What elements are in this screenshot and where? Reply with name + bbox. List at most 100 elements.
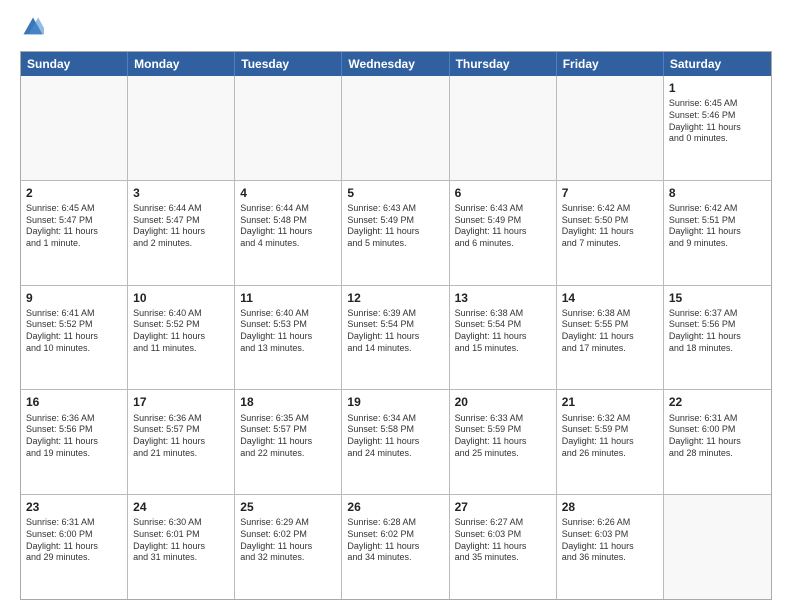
day-cell-15: 15 Sunrise: 6:37 AM Sunset: 5:56 PM Dayli… bbox=[664, 286, 771, 390]
day-cell-26: 26Sunrise: 6:28 AM Sunset: 6:02 PM Dayli… bbox=[342, 495, 449, 599]
day-cell-21: 21 Sunrise: 6:32 AM Sunset: 5:59 PM Dayli… bbox=[557, 390, 664, 494]
week-row-1: 2 Sunrise: 6:45 AM Sunset: 5:47 PM Daylig… bbox=[21, 180, 771, 285]
day-number: 11 bbox=[240, 290, 336, 306]
day-number: 4 bbox=[240, 185, 336, 201]
header-cell-thursday: Thursday bbox=[450, 52, 557, 76]
day-info: Sunrise: 6:34 AM Sunset: 5:58 PM Dayligh… bbox=[347, 413, 443, 460]
day-number: 28 bbox=[562, 499, 658, 515]
day-cell-16: 16Sunrise: 6:36 AM Sunset: 5:56 PM Dayli… bbox=[21, 390, 128, 494]
day-number: 21 bbox=[562, 394, 658, 410]
day-info: Sunrise: 6:41 AM Sunset: 5:52 PM Dayligh… bbox=[26, 308, 122, 355]
day-info: Sunrise: 6:39 AM Sunset: 5:54 PM Dayligh… bbox=[347, 308, 443, 355]
day-number: 24 bbox=[133, 499, 229, 515]
day-cell-10: 10 Sunrise: 6:40 AM Sunset: 5:52 PM Dayli… bbox=[128, 286, 235, 390]
header bbox=[20, 16, 772, 43]
day-cell-25: 25 Sunrise: 6:29 AM Sunset: 6:02 PM Dayli… bbox=[235, 495, 342, 599]
empty-cell bbox=[664, 495, 771, 599]
day-info: Sunrise: 6:38 AM Sunset: 5:54 PM Dayligh… bbox=[455, 308, 551, 355]
day-number: 9 bbox=[26, 290, 122, 306]
logo-icon bbox=[22, 16, 44, 38]
day-number: 19 bbox=[347, 394, 443, 410]
day-number: 15 bbox=[669, 290, 766, 306]
day-cell-9: 9 Sunrise: 6:41 AM Sunset: 5:52 PM Daylig… bbox=[21, 286, 128, 390]
day-number: 25 bbox=[240, 499, 336, 515]
day-cell-17: 17 Sunrise: 6:36 AM Sunset: 5:57 PM Dayli… bbox=[128, 390, 235, 494]
day-number: 6 bbox=[455, 185, 551, 201]
day-cell-5: 5 Sunrise: 6:43 AM Sunset: 5:49 PM Daylig… bbox=[342, 181, 449, 285]
day-info: Sunrise: 6:45 AM Sunset: 5:46 PM Dayligh… bbox=[669, 98, 766, 145]
day-cell-23: 23 Sunrise: 6:31 AM Sunset: 6:00 PM Dayli… bbox=[21, 495, 128, 599]
week-row-2: 9 Sunrise: 6:41 AM Sunset: 5:52 PM Daylig… bbox=[21, 285, 771, 390]
day-cell-20: 20Sunrise: 6:33 AM Sunset: 5:59 PM Dayli… bbox=[450, 390, 557, 494]
day-number: 10 bbox=[133, 290, 229, 306]
calendar-header: SundayMondayTuesdayWednesdayThursdayFrid… bbox=[21, 52, 771, 76]
day-info: Sunrise: 6:31 AM Sunset: 6:00 PM Dayligh… bbox=[26, 517, 122, 564]
day-info: Sunrise: 6:35 AM Sunset: 5:57 PM Dayligh… bbox=[240, 413, 336, 460]
day-info: Sunrise: 6:44 AM Sunset: 5:47 PM Dayligh… bbox=[133, 203, 229, 250]
day-info: Sunrise: 6:40 AM Sunset: 5:53 PM Dayligh… bbox=[240, 308, 336, 355]
day-info: Sunrise: 6:45 AM Sunset: 5:47 PM Dayligh… bbox=[26, 203, 122, 250]
empty-cell bbox=[235, 76, 342, 180]
header-cell-monday: Monday bbox=[128, 52, 235, 76]
day-info: Sunrise: 6:36 AM Sunset: 5:57 PM Dayligh… bbox=[133, 413, 229, 460]
day-info: Sunrise: 6:29 AM Sunset: 6:02 PM Dayligh… bbox=[240, 517, 336, 564]
day-cell-18: 18 Sunrise: 6:35 AM Sunset: 5:57 PM Dayli… bbox=[235, 390, 342, 494]
empty-cell bbox=[128, 76, 235, 180]
day-info: Sunrise: 6:43 AM Sunset: 5:49 PM Dayligh… bbox=[455, 203, 551, 250]
empty-cell bbox=[450, 76, 557, 180]
header-cell-sunday: Sunday bbox=[21, 52, 128, 76]
day-number: 13 bbox=[455, 290, 551, 306]
day-cell-12: 12Sunrise: 6:39 AM Sunset: 5:54 PM Dayli… bbox=[342, 286, 449, 390]
day-cell-28: 28 Sunrise: 6:26 AM Sunset: 6:03 PM Dayli… bbox=[557, 495, 664, 599]
day-number: 1 bbox=[669, 80, 766, 96]
day-info: Sunrise: 6:30 AM Sunset: 6:01 PM Dayligh… bbox=[133, 517, 229, 564]
day-number: 18 bbox=[240, 394, 336, 410]
day-cell-3: 3 Sunrise: 6:44 AM Sunset: 5:47 PM Daylig… bbox=[128, 181, 235, 285]
day-info: Sunrise: 6:37 AM Sunset: 5:56 PM Dayligh… bbox=[669, 308, 766, 355]
day-info: Sunrise: 6:28 AM Sunset: 6:02 PM Dayligh… bbox=[347, 517, 443, 564]
day-cell-13: 13 Sunrise: 6:38 AM Sunset: 5:54 PM Dayli… bbox=[450, 286, 557, 390]
week-row-0: 1 Sunrise: 6:45 AM Sunset: 5:46 PM Daylig… bbox=[21, 76, 771, 180]
day-cell-8: 8Sunrise: 6:42 AM Sunset: 5:51 PM Daylig… bbox=[664, 181, 771, 285]
day-info: Sunrise: 6:44 AM Sunset: 5:48 PM Dayligh… bbox=[240, 203, 336, 250]
day-info: Sunrise: 6:31 AM Sunset: 6:00 PM Dayligh… bbox=[669, 413, 766, 460]
day-number: 5 bbox=[347, 185, 443, 201]
day-cell-6: 6 Sunrise: 6:43 AM Sunset: 5:49 PM Daylig… bbox=[450, 181, 557, 285]
day-info: Sunrise: 6:38 AM Sunset: 5:55 PM Dayligh… bbox=[562, 308, 658, 355]
day-info: Sunrise: 6:27 AM Sunset: 6:03 PM Dayligh… bbox=[455, 517, 551, 564]
day-info: Sunrise: 6:26 AM Sunset: 6:03 PM Dayligh… bbox=[562, 517, 658, 564]
day-cell-4: 4 Sunrise: 6:44 AM Sunset: 5:48 PM Daylig… bbox=[235, 181, 342, 285]
day-cell-11: 11 Sunrise: 6:40 AM Sunset: 5:53 PM Dayli… bbox=[235, 286, 342, 390]
header-cell-saturday: Saturday bbox=[664, 52, 771, 76]
week-row-3: 16Sunrise: 6:36 AM Sunset: 5:56 PM Dayli… bbox=[21, 389, 771, 494]
day-info: Sunrise: 6:43 AM Sunset: 5:49 PM Dayligh… bbox=[347, 203, 443, 250]
day-info: Sunrise: 6:42 AM Sunset: 5:50 PM Dayligh… bbox=[562, 203, 658, 250]
calendar-body: 1 Sunrise: 6:45 AM Sunset: 5:46 PM Daylig… bbox=[21, 76, 771, 599]
header-cell-friday: Friday bbox=[557, 52, 664, 76]
logo bbox=[20, 16, 48, 43]
day-cell-14: 14 Sunrise: 6:38 AM Sunset: 5:55 PM Dayli… bbox=[557, 286, 664, 390]
day-number: 16 bbox=[26, 394, 122, 410]
day-number: 20 bbox=[455, 394, 551, 410]
day-number: 17 bbox=[133, 394, 229, 410]
week-row-4: 23 Sunrise: 6:31 AM Sunset: 6:00 PM Dayli… bbox=[21, 494, 771, 599]
day-number: 27 bbox=[455, 499, 551, 515]
day-cell-7: 7Sunrise: 6:42 AM Sunset: 5:50 PM Daylig… bbox=[557, 181, 664, 285]
day-number: 3 bbox=[133, 185, 229, 201]
day-info: Sunrise: 6:40 AM Sunset: 5:52 PM Dayligh… bbox=[133, 308, 229, 355]
day-number: 22 bbox=[669, 394, 766, 410]
day-info: Sunrise: 6:32 AM Sunset: 5:59 PM Dayligh… bbox=[562, 413, 658, 460]
day-cell-24: 24 Sunrise: 6:30 AM Sunset: 6:01 PM Dayli… bbox=[128, 495, 235, 599]
day-info: Sunrise: 6:42 AM Sunset: 5:51 PM Dayligh… bbox=[669, 203, 766, 250]
day-cell-27: 27 Sunrise: 6:27 AM Sunset: 6:03 PM Dayli… bbox=[450, 495, 557, 599]
day-number: 2 bbox=[26, 185, 122, 201]
header-cell-tuesday: Tuesday bbox=[235, 52, 342, 76]
day-cell-2: 2 Sunrise: 6:45 AM Sunset: 5:47 PM Daylig… bbox=[21, 181, 128, 285]
day-cell-19: 19 Sunrise: 6:34 AM Sunset: 5:58 PM Dayli… bbox=[342, 390, 449, 494]
day-cell-1: 1 Sunrise: 6:45 AM Sunset: 5:46 PM Daylig… bbox=[664, 76, 771, 180]
day-number: 14 bbox=[562, 290, 658, 306]
day-number: 23 bbox=[26, 499, 122, 515]
page: SundayMondayTuesdayWednesdayThursdayFrid… bbox=[0, 0, 792, 612]
empty-cell bbox=[342, 76, 449, 180]
day-cell-22: 22 Sunrise: 6:31 AM Sunset: 6:00 PM Dayli… bbox=[664, 390, 771, 494]
